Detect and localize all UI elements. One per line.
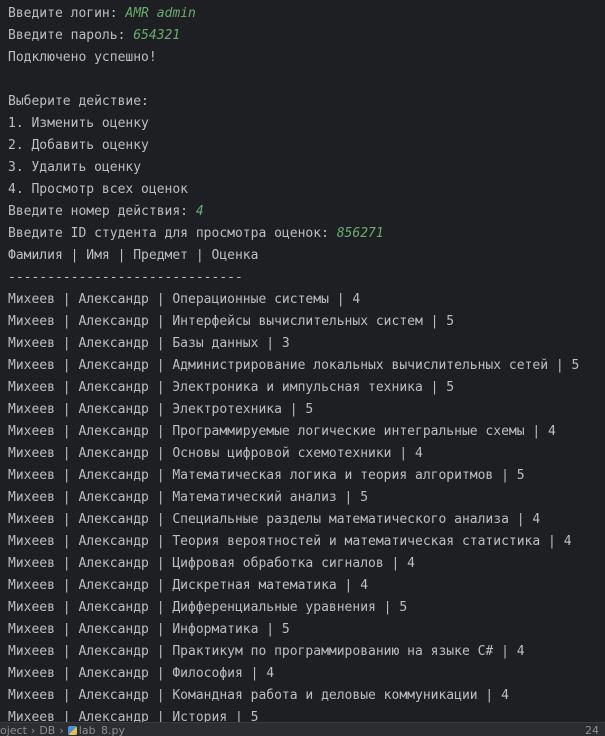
table-row: Михеев | Александр | Философия | 4 (8, 666, 275, 681)
student-line: Введите ID студента для просмотра оценок… (8, 223, 605, 245)
table-row: Михеев | Александр | Специальные разделы… (8, 512, 541, 527)
table-row: Михеев | Александр | Администрирование л… (8, 358, 580, 373)
action-input-value: 4 (195, 204, 204, 219)
chevron-right-icon: › (59, 724, 64, 736)
status-bar: oject › DB › lab_8.py 24 (0, 722, 605, 736)
table-row: Михеев | Александр | Основы цифровой схе… (8, 446, 423, 461)
python-file-icon (67, 726, 77, 735)
menu-item: 3. Удалить оценку (8, 160, 142, 175)
table-divider: ------------------------------ (8, 270, 243, 285)
table-row: Михеев | Александр | Математический анал… (8, 490, 369, 505)
login-prompt: Введите логин: (8, 6, 126, 21)
menu-item: 1. Изменить оценку (8, 116, 149, 131)
connected-message: Подключено успешно! (8, 50, 157, 65)
table-row: Михеев | Александр | Практикум по програ… (8, 644, 525, 659)
table-row: Михеев | Александр | Электроника и импул… (8, 380, 455, 395)
run-console-output[interactable]: Введите логин: AMR admin Введите пароль:… (0, 0, 605, 722)
menu-item: 2. Добавить оценку (8, 138, 149, 153)
cursor-position[interactable]: 24 (585, 724, 599, 736)
menu-item: 4. Просмотр всех оценок (8, 182, 189, 197)
table-row: Михеев | Александр | Интерфейсы вычислит… (8, 314, 455, 329)
table-row: Михеев | Александр | Электротехника | 5 (8, 402, 314, 417)
login-line: Введите логин: AMR admin (8, 3, 605, 25)
chevron-right-icon: › (30, 724, 36, 736)
action-line: Введите номер действия: 4 (8, 201, 605, 223)
password-prompt: Введите пароль: (8, 28, 134, 43)
student-prompt: Введите ID студента для просмотра оценок… (8, 226, 337, 241)
table-row: Михеев | Александр | Дискретная математи… (8, 578, 369, 593)
table-row: Михеев | Александр | Командная работа и … (8, 688, 509, 703)
table-row: Михеев | Александр | Математическая логи… (8, 468, 525, 483)
table-row: Михеев | Александр | История | 5 (8, 710, 259, 722)
breadcrumb-project[interactable]: oject (0, 724, 27, 736)
table-row: Михеев | Александр | Цифровая обработка … (8, 556, 415, 571)
table-row: Михеев | Александр | Программируемые лог… (8, 424, 556, 439)
breadcrumb-folder[interactable]: DB (39, 724, 55, 736)
breadcrumb-file[interactable]: lab_8.py (79, 724, 125, 736)
table-row: Михеев | Александр | Базы данных | 3 (8, 336, 290, 351)
action-prompt: Введите номер действия: (8, 204, 196, 219)
login-input-value: AMR admin (125, 6, 196, 21)
table-row: Михеев | Александр | Дифференциальные ур… (8, 600, 408, 615)
table-header: Фамилия | Имя | Предмет | Оценка (8, 248, 259, 263)
breadcrumb: oject › DB › lab_8.py (0, 724, 125, 736)
password-input-value: 654321 (133, 28, 181, 43)
table-row: Михеев | Александр | Теория вероятностей… (8, 534, 572, 549)
menu-title: Выберите действие: (8, 94, 149, 109)
table-row: Михеев | Александр | Операционные систем… (8, 292, 361, 307)
student-input-value: 856271 (336, 226, 384, 241)
table-row: Михеев | Александр | Информатика | 5 (8, 622, 290, 637)
password-line: Введите пароль: 654321 (8, 25, 605, 47)
